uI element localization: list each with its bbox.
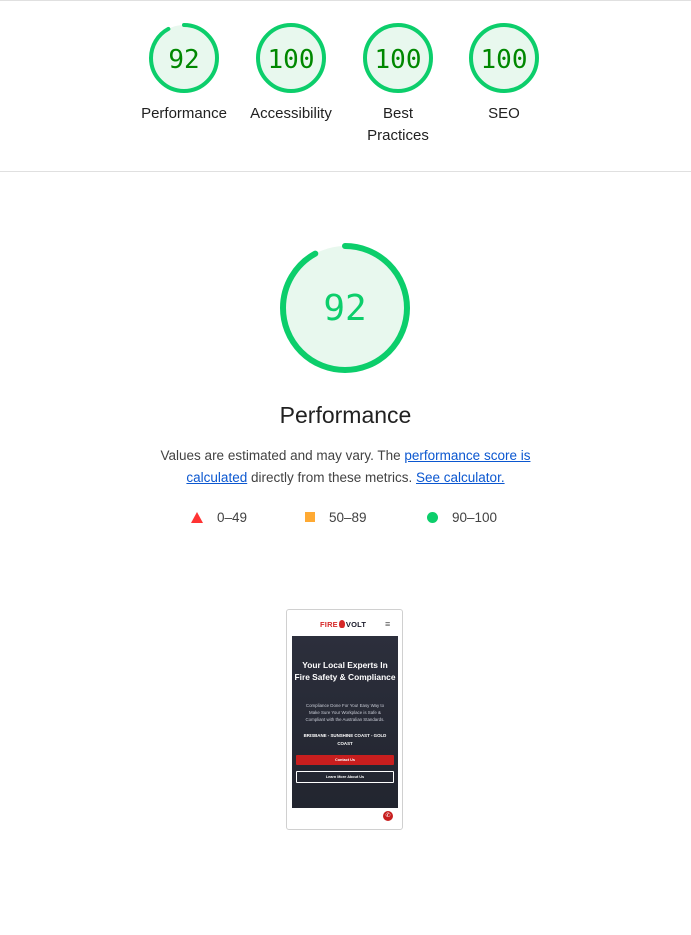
gauge-score: 100 — [268, 45, 315, 75]
gauge-ring-icon: 100 — [469, 23, 539, 93]
gauge-ring-icon: 92 — [149, 23, 219, 93]
performance-description: Values are estimated and may vary. The p… — [140, 445, 551, 489]
site-logo: FIRE VOLT — [320, 620, 367, 629]
gauge-score: 92 — [168, 45, 199, 75]
legend-fail: 0–49 — [191, 508, 247, 526]
hero-title: Your Local Experts In Fire Safety & Comp… — [294, 660, 396, 682]
triangle-icon — [191, 511, 203, 523]
site-header: FIRE VOLT ≡ — [287, 610, 402, 636]
gauge-label: Performance — [141, 105, 227, 122]
legend-pass-label: 90–100 — [452, 509, 498, 525]
phone-icon: ✆ — [383, 811, 393, 821]
gauge-label: Best Practices — [367, 105, 429, 144]
gauge-best-practices[interactable]: 100 Best Practices — [343, 22, 453, 147]
desc-text: Values are estimated and may vary. The — [160, 448, 405, 463]
gauge-ring-icon: 100 — [256, 23, 326, 93]
gauge-accessibility[interactable]: 100 Accessibility — [236, 22, 346, 125]
contact-us-button: Contact Us — [296, 755, 394, 765]
gauge-label: SEO — [488, 105, 520, 122]
see-calculator-link[interactable]: See calculator. — [416, 470, 505, 485]
performance-gauge: 92 — [278, 241, 412, 375]
gauge-ring-icon: 100 — [363, 23, 433, 93]
site-hero: Your Local Experts In Fire Safety & Comp… — [292, 636, 398, 808]
legend-average-label: 50–89 — [329, 509, 367, 525]
gauge-score: 100 — [481, 45, 528, 75]
performance-score: 92 — [323, 288, 366, 329]
performance-gauge-ring-icon: 92 — [280, 243, 410, 373]
gauge-label: Accessibility — [250, 105, 332, 122]
desc-text: directly from these metrics. — [247, 470, 417, 485]
flame-icon — [338, 620, 345, 628]
hero-locations: BRISBANE - SUNSHINE COAST - GOLD COAST — [303, 733, 387, 746]
hero-subtitle: Compliance Done For You! Easy Way to Mak… — [305, 703, 385, 722]
performance-title: Performance — [279, 402, 412, 428]
gauge-seo[interactable]: 100 SEO — [449, 22, 559, 125]
square-icon — [305, 512, 315, 522]
circle-icon — [427, 511, 438, 523]
final-screenshot[interactable]: FIRE VOLT ≡ Your Local Experts In Fire Sa… — [286, 609, 403, 830]
hamburger-icon: ≡ — [385, 619, 391, 629]
learn-more-button: Learn More About Us — [296, 771, 394, 783]
legend-average: 50–89 — [305, 508, 367, 526]
score-summary: 92 Performance 100 Accessibility 100 Bes… — [0, 0, 691, 172]
legend-fail-label: 0–49 — [217, 509, 248, 525]
legend-pass: 90–100 — [427, 508, 497, 526]
gauge-performance[interactable]: 92 Performance — [129, 22, 239, 125]
gauge-score: 100 — [375, 45, 422, 75]
